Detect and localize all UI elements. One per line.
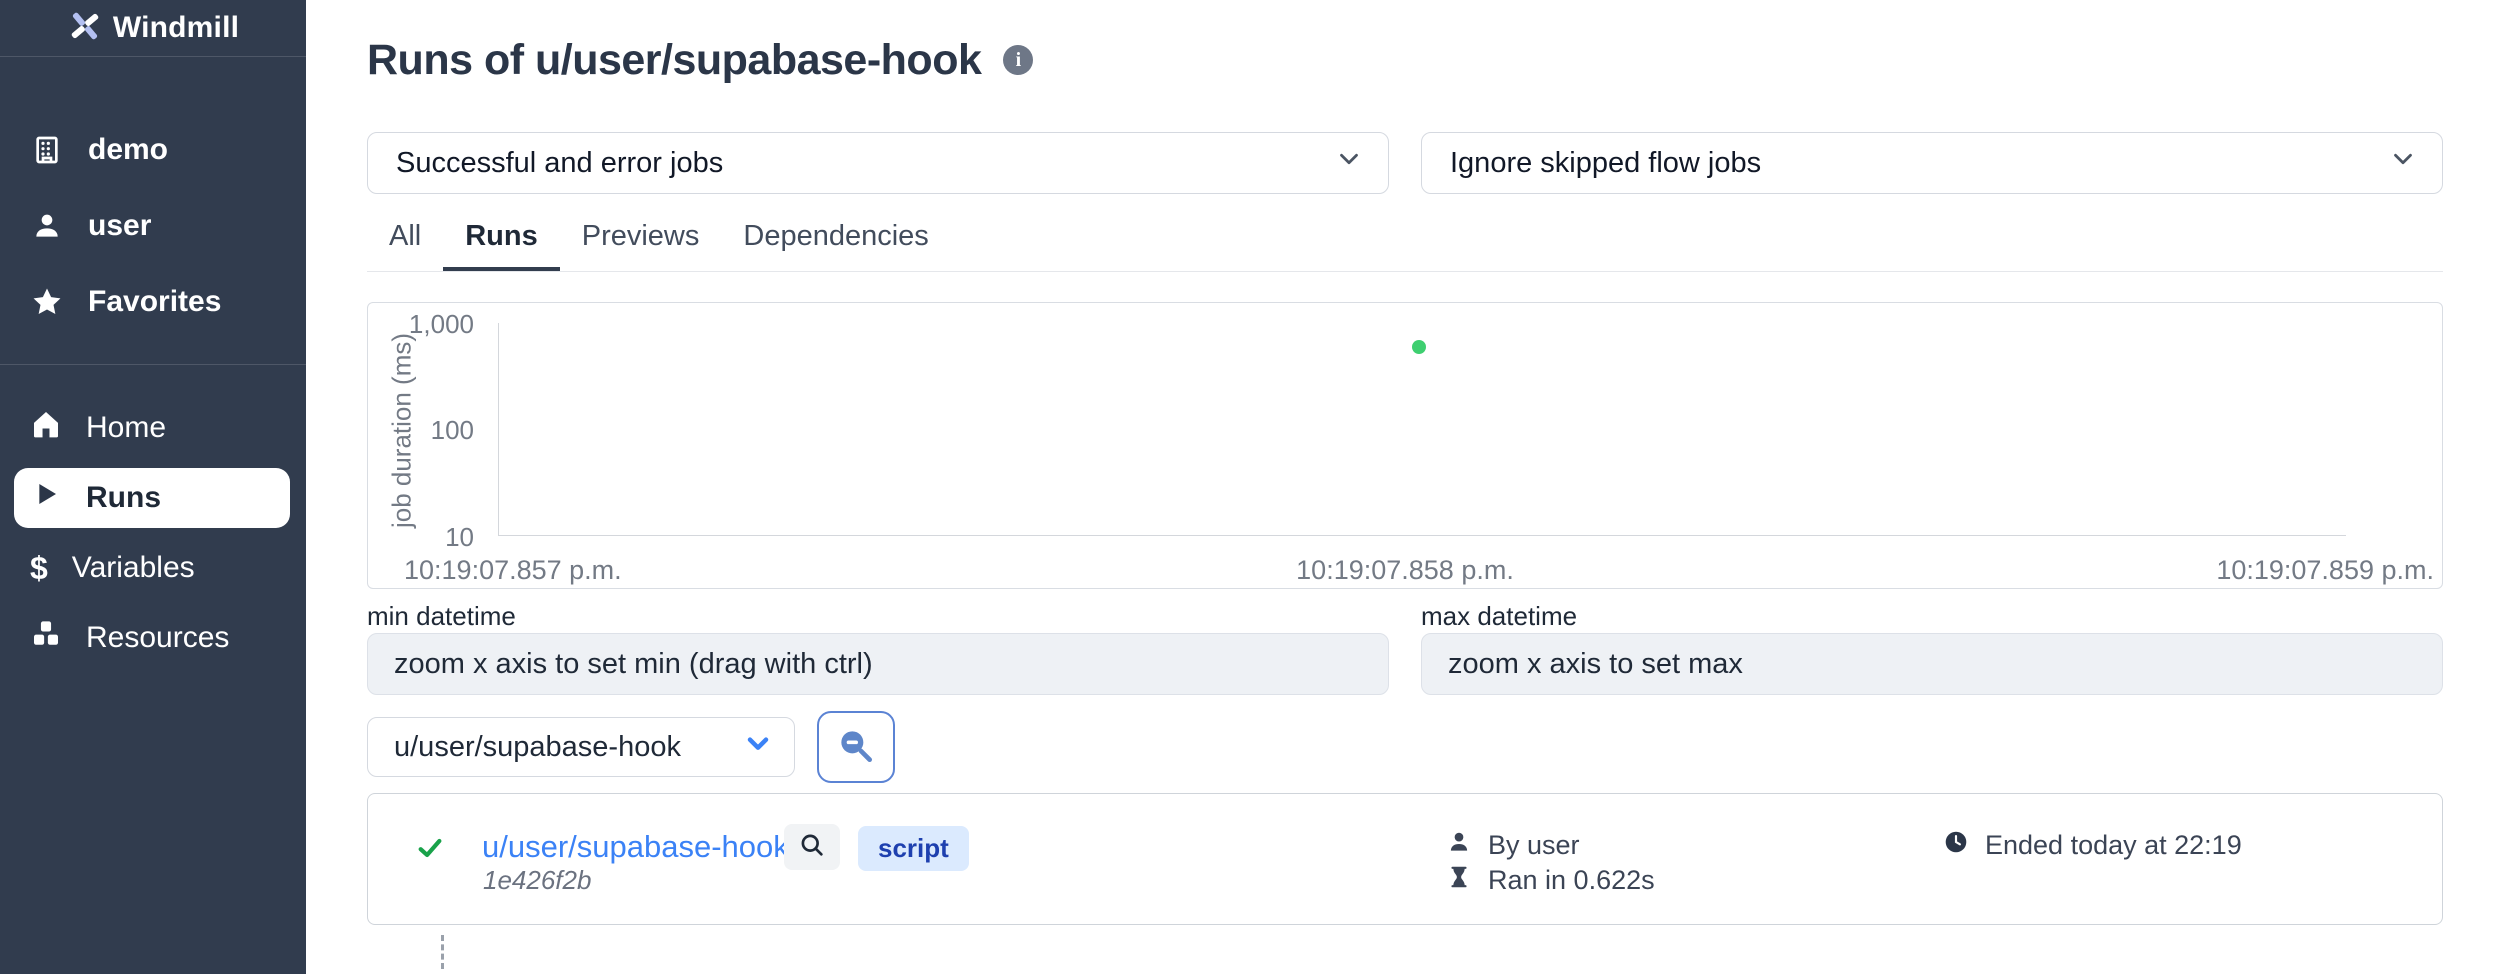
- run-path-link[interactable]: u/user/supabase-hook: [482, 828, 789, 866]
- runs-duration-chart[interactable]: job duration (ms) 1,000 100 10 10:19:07.…: [367, 302, 2443, 589]
- tab-all[interactable]: All: [367, 220, 443, 271]
- run-row[interactable]: u/user/supabase-hook script 1e426f2b By …: [367, 793, 2443, 925]
- sidebar-item-label: user: [88, 209, 151, 243]
- sidebar-item-label: Home: [86, 411, 166, 445]
- timeline-dashed-connector: [441, 935, 444, 969]
- sidebar-item-favorites[interactable]: Favorites: [0, 264, 306, 340]
- run-by: By user: [1488, 830, 1580, 861]
- sidebar-item-workspace[interactable]: demo: [0, 112, 306, 188]
- star-icon: [30, 285, 64, 319]
- min-datetime-label: min datetime: [367, 601, 1389, 631]
- hourglass-icon: [1446, 864, 1472, 897]
- min-datetime-input[interactable]: [367, 633, 1389, 695]
- info-icon[interactable]: i: [1003, 45, 1033, 75]
- tab-runs[interactable]: Runs: [443, 220, 560, 271]
- job-status-value: Successful and error jobs: [396, 147, 723, 180]
- zoom-out-icon: [836, 726, 876, 769]
- job-kind-badge: script: [858, 826, 969, 871]
- home-icon: [30, 408, 62, 448]
- chevron-down-icon: [1334, 144, 1364, 182]
- job-status-select[interactable]: Successful and error jobs: [367, 132, 1389, 194]
- run-ended: Ended today at 22:19: [1985, 830, 2242, 861]
- x-tick: 10:19:07.857 p.m.: [404, 555, 622, 586]
- sidebar-item-label: Runs: [86, 481, 161, 515]
- user-icon: [30, 209, 64, 243]
- max-datetime-label: max datetime: [1421, 601, 2443, 631]
- sidebar-item-home[interactable]: Home: [0, 393, 306, 463]
- boxes-icon: [30, 618, 62, 658]
- run-data-point[interactable]: [1412, 340, 1426, 354]
- flow-jobs-select[interactable]: Ignore skipped flow jobs: [1421, 132, 2443, 194]
- page-title: Runs of u/user/supabase-hook: [367, 36, 981, 85]
- x-tick: 10:19:07.858 p.m.: [1296, 555, 1514, 586]
- y-tick: 1,000: [368, 309, 474, 340]
- app-name: Windmill: [113, 11, 239, 45]
- success-check-icon: [416, 834, 444, 867]
- sidebar-item-resources[interactable]: Resources: [0, 603, 306, 673]
- sidebar-item-variables[interactable]: $ Variables: [0, 533, 306, 603]
- chevron-down-icon: [742, 727, 774, 767]
- script-path-value: u/user/supabase-hook: [394, 731, 681, 764]
- search-runs-button[interactable]: [817, 711, 895, 783]
- max-datetime-input[interactable]: [1421, 633, 2443, 695]
- clock-icon: [1943, 829, 1969, 862]
- windmill-logo-icon: [67, 8, 103, 49]
- sidebar-item-user[interactable]: user: [0, 188, 306, 264]
- main-content: Runs of u/user/supabase-hook i Successfu…: [306, 0, 2500, 974]
- chart-x-axis-line: [498, 535, 2346, 536]
- script-path-select[interactable]: u/user/supabase-hook: [367, 717, 795, 777]
- sidebar-item-label: Favorites: [88, 285, 221, 319]
- x-tick: 10:19:07.859 p.m.: [2216, 555, 2434, 586]
- chevron-down-icon: [2388, 144, 2418, 182]
- chart-y-axis-line: [498, 323, 499, 535]
- y-tick: 100: [368, 415, 474, 446]
- app-logo[interactable]: Windmill: [0, 0, 306, 57]
- y-tick: 10: [368, 522, 474, 553]
- dollar-icon: $: [30, 550, 48, 587]
- play-icon: [30, 478, 62, 518]
- run-duration: Ran in 0.622s: [1488, 865, 1655, 896]
- building-icon: [30, 133, 64, 167]
- job-id: 1e426f2b: [483, 865, 591, 896]
- sidebar-item-label: Resources: [86, 621, 229, 655]
- sidebar-item-label: demo: [88, 133, 168, 167]
- person-icon: [1446, 829, 1472, 862]
- sidebar-item-runs[interactable]: Runs: [14, 468, 290, 528]
- tab-dependencies[interactable]: Dependencies: [721, 220, 950, 271]
- sidebar: Windmill demo user: [0, 0, 306, 974]
- search-icon: [798, 831, 826, 864]
- inspect-run-button[interactable]: [784, 824, 840, 870]
- tab-previews[interactable]: Previews: [560, 220, 722, 271]
- sidebar-item-label: Variables: [72, 551, 195, 585]
- flow-jobs-value: Ignore skipped flow jobs: [1450, 147, 1761, 180]
- chart-x-ticks: 10:19:07.857 p.m. 10:19:07.858 p.m. 10:1…: [368, 555, 2442, 585]
- tabs: All Runs Previews Dependencies: [367, 224, 2443, 272]
